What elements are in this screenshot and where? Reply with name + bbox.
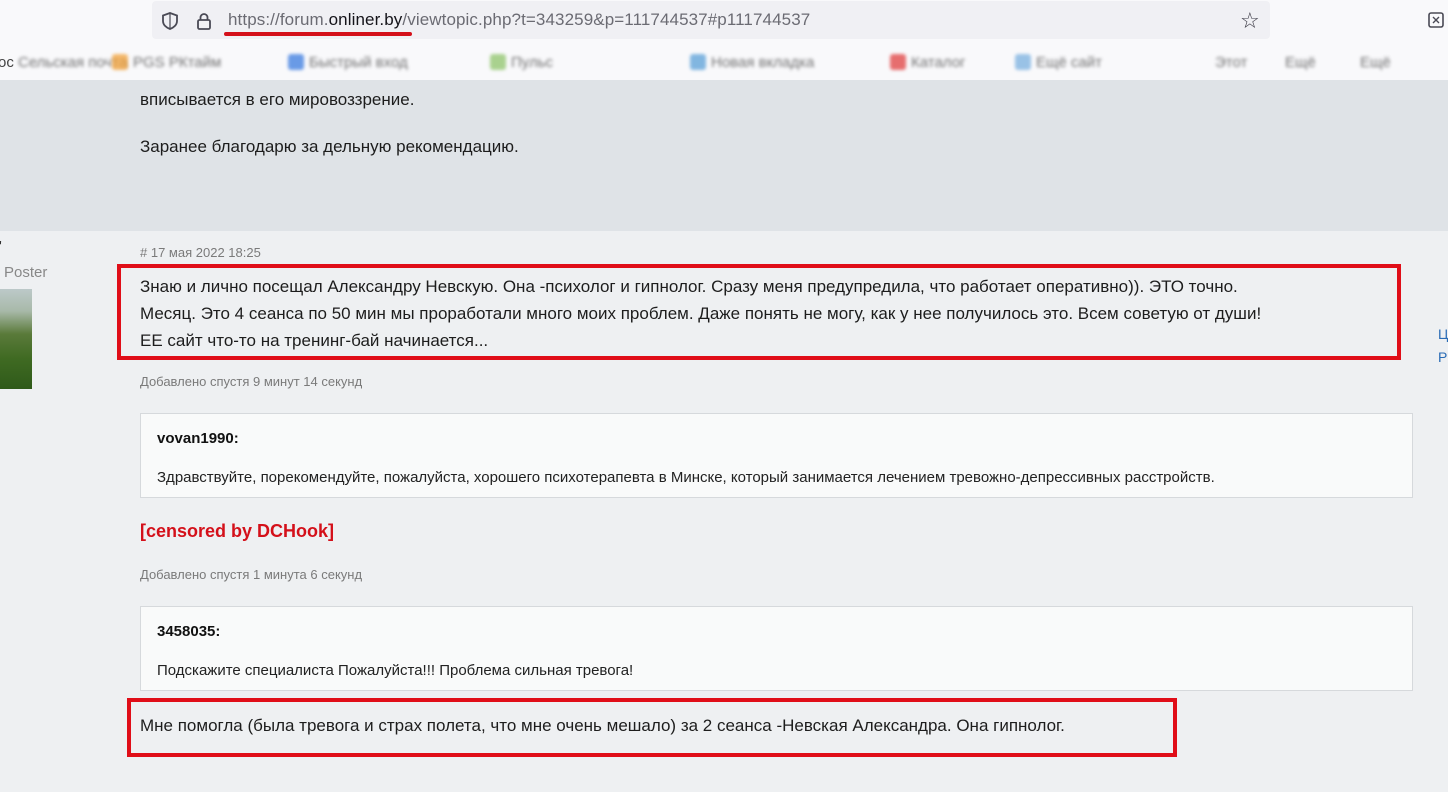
bookmark-item[interactable]: ос [0,52,14,72]
bookmark-item[interactable]: Ещё сайт [1015,52,1102,72]
bookmark-item[interactable]: Пульс [490,52,553,72]
highlight-box [117,264,1401,360]
quote-text: Здравствуйте, порекомендуйте, пожалуйста… [157,469,1215,486]
previous-post-line: вписывается в его мировоззрение. [140,90,415,109]
side-link[interactable]: Р [1438,349,1447,365]
previous-post-line: Заранее благодарю за дельную рекомендаци… [140,137,519,156]
side-link[interactable]: Ц [1438,326,1448,342]
username-fragment: ' [0,238,2,255]
bookmark-item[interactable]: Каталог [890,52,966,72]
bookmark-item[interactable]: Ещё [1360,52,1391,72]
browser-toolbar: https://forum.onliner.by/viewtopic.php?t… [0,0,1448,44]
post-meta: # 17 мая 2022 18:25 [140,245,261,260]
bookmark-item[interactable]: PGS РКтайм [112,52,221,72]
address-bar[interactable]: https://forum.onliner.by/viewtopic.php?t… [152,1,1270,39]
bookmark-item[interactable]: Сельская почта [18,52,127,72]
shield-icon[interactable] [160,11,180,31]
bookmarks-bar: ос Сельская почта PGS РКтайм Быстрый вхо… [0,44,1448,80]
previous-post: вписывается в его мировоззрение. Заранее… [0,80,1448,231]
added-later-note: Добавлено спустя 9 минут 14 секунд [140,374,363,389]
bookmark-item[interactable]: Этот [1215,52,1247,72]
url-highlight-underline [224,32,412,36]
bookmark-item[interactable]: Новая вкладка [690,52,814,72]
post-anchor-link[interactable]: # [140,245,147,260]
bookmark-star-icon[interactable]: ☆ [1240,8,1260,34]
highlight-box [127,698,1177,757]
censored-notice: [censored by DCHook] [140,521,335,541]
bookmark-item[interactable]: Быстрый вход [288,52,408,72]
bookmark-item[interactable]: Ещё [1285,52,1316,72]
lock-icon[interactable] [194,11,214,31]
quote-author: 3458035: [157,623,221,640]
avatar[interactable] [0,289,32,389]
post-date: 17 мая 2022 18:25 [150,245,261,260]
quote-author: vovan1990: [157,430,239,447]
user-rank: Poster [4,264,48,281]
quote-block: vovan1990: Здравствуйте, порекомендуйте,… [140,413,1413,498]
added-later-note: Добавлено спустя 1 минута 6 секунд [140,567,363,582]
quote-block: 3458035: Подскажите специалиста Пожалуйс… [140,606,1413,691]
extension-icon[interactable] [1426,10,1446,30]
url-text[interactable]: https://forum.onliner.by/viewtopic.php?t… [228,10,810,30]
quote-text: Подскажите специалиста Пожалуйста!!! Про… [157,662,634,679]
